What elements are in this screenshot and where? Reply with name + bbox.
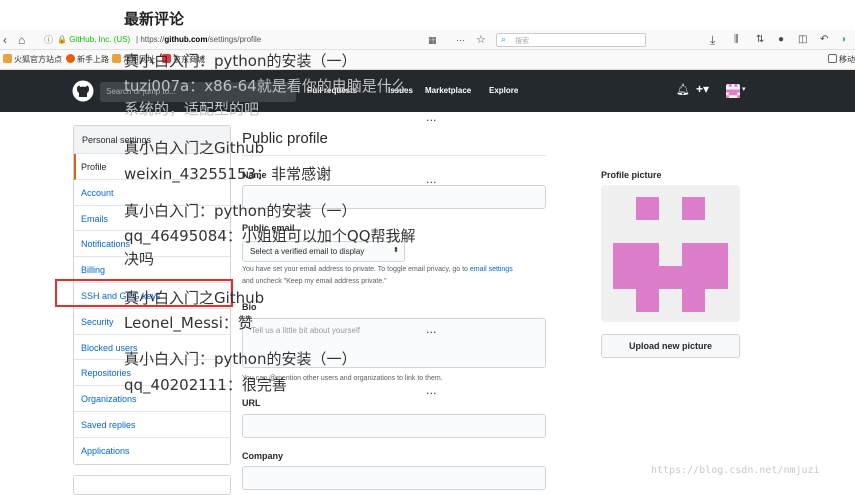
folder-icon	[3, 54, 12, 63]
comment-title[interactable]: 真小白入门之Github	[124, 287, 264, 308]
account-icon[interactable]: ◑	[840, 32, 846, 48]
create-new-icon[interactable]: +▾	[696, 82, 709, 96]
qr-code-icon[interactable]: ▦	[428, 32, 437, 48]
bookmark-label: 新手上路	[77, 55, 109, 64]
comment-title[interactable]: 真小白入门：python的安装（一）	[124, 348, 356, 369]
bio-placeholder: Tell us a little bit about yourself	[251, 326, 360, 335]
url-input[interactable]	[242, 414, 546, 438]
select-arrows-icon: ⬍	[393, 247, 399, 254]
notification-bell-icon[interactable]: 🔔︎	[676, 83, 690, 96]
lock-icon: 🔒	[57, 35, 67, 44]
comment-text: qq_40202111：很完善	[124, 376, 287, 394]
back-arrow-icon[interactable]: ‹	[3, 32, 7, 48]
url-prefix: https://	[140, 35, 165, 44]
browser-toolbar: ‹ ⌂ ⓘ 🔒 GitHub, Inc. (US) | https://gith…	[0, 30, 855, 50]
bookmark-newbie[interactable]: 新手上路	[66, 54, 109, 65]
email-note-text: You have set your email address to priva…	[242, 266, 468, 273]
email-privacy-note-2: and uncheck "Keep my email address priva…	[242, 278, 387, 285]
comment-text: qq_46495084：小姐姐可以加个QQ帮我解	[124, 227, 416, 245]
settings-sidebar-secondary	[73, 475, 231, 495]
folder-icon	[112, 54, 121, 63]
company-input[interactable]	[242, 466, 546, 490]
mobile-icon	[828, 54, 837, 63]
home-icon[interactable]: ⌂	[18, 32, 25, 48]
nav-explore[interactable]: Explore	[489, 86, 518, 95]
extension-icon[interactable]: ⇅	[756, 32, 764, 48]
search-icon: ⌕	[501, 34, 507, 44]
menu-item-saved-replies[interactable]: Saved replies	[74, 412, 230, 438]
menu-item-applications[interactable]: Applications	[74, 438, 230, 464]
comment-more-dots[interactable]: ...	[426, 323, 437, 336]
info-icon[interactable]: ⓘ	[44, 32, 53, 48]
page-title-divider	[242, 155, 546, 156]
comment-more-dots[interactable]: ...	[426, 384, 437, 397]
url-bar[interactable]: | https://github.com/settings/profile	[136, 35, 261, 44]
comment-title[interactable]: 真小白入门：python的安装（一）	[124, 50, 356, 71]
download-icon[interactable]: ⤓	[710, 32, 715, 48]
bookmark-firefox[interactable]: 火狐官方站点	[3, 54, 62, 65]
email-settings-link[interactable]: email settings	[470, 266, 513, 273]
browser-search-box[interactable]: ⌕ 搜索	[496, 33, 646, 47]
avatar-dropdown-icon[interactable]: ▾	[742, 85, 746, 93]
nav-marketplace[interactable]: Marketplace	[425, 86, 471, 95]
latest-comments-heading: 最新评论	[124, 10, 185, 28]
upload-button-label: Upload new picture	[628, 341, 712, 351]
company-label: Company	[242, 451, 284, 461]
bookmark-label: 移动	[839, 55, 855, 64]
profile-picture	[601, 185, 740, 322]
upload-picture-button[interactable]: Upload new picture	[601, 334, 740, 358]
comment-text: weixin_43255153：非常感谢	[124, 165, 332, 183]
identicon-icon	[613, 197, 728, 312]
comment-text-cont: 系统的，适配型的吧	[124, 100, 260, 118]
comment-more-dots[interactable]: ...	[426, 173, 437, 186]
screenshot-icon[interactable]: ◫	[798, 32, 807, 48]
comment-text-cont: 决吗	[124, 250, 155, 268]
comment-more-dots[interactable]: ...	[426, 111, 437, 124]
star-icon[interactable]: ☆	[476, 32, 486, 48]
identicon-small-icon	[726, 84, 740, 98]
site-identity[interactable]: GitHub, Inc. (US)	[69, 35, 130, 44]
comment-text: Leonel_Messi：赞	[124, 314, 253, 332]
comment-text: tuzi007a：x86-64就是看你的电脑是什么	[124, 77, 407, 95]
more-dots-icon[interactable]: ···	[456, 32, 465, 48]
library-icon[interactable]: ⫼	[734, 32, 739, 48]
user-avatar[interactable]	[726, 84, 740, 98]
watermark: https://blog.csdn.net/nmjuzi	[651, 465, 820, 476]
url-label: URL	[242, 398, 261, 408]
url-path: /settings/profile	[207, 35, 262, 44]
firefox-icon	[66, 54, 75, 63]
url-host: github.com	[164, 35, 208, 44]
undo-icon[interactable]: ↶	[820, 32, 828, 48]
comment-title[interactable]: 真小白入门：python的安装（一）	[124, 200, 356, 221]
profile-picture-label: Profile picture	[601, 170, 662, 180]
github-logo-icon[interactable]	[72, 80, 94, 102]
browser-search-placeholder: 搜索	[515, 38, 529, 45]
chat-icon[interactable]: ●	[778, 32, 784, 48]
email-select-value: Select a verified email to display	[250, 247, 365, 256]
comment-title[interactable]: 真小白入门之Github	[124, 137, 264, 158]
bookmark-label: 火狐官方站点	[14, 55, 62, 64]
bookmark-mobile[interactable]: 移动	[828, 54, 855, 65]
email-privacy-note: You have set your email address to priva…	[242, 266, 513, 273]
